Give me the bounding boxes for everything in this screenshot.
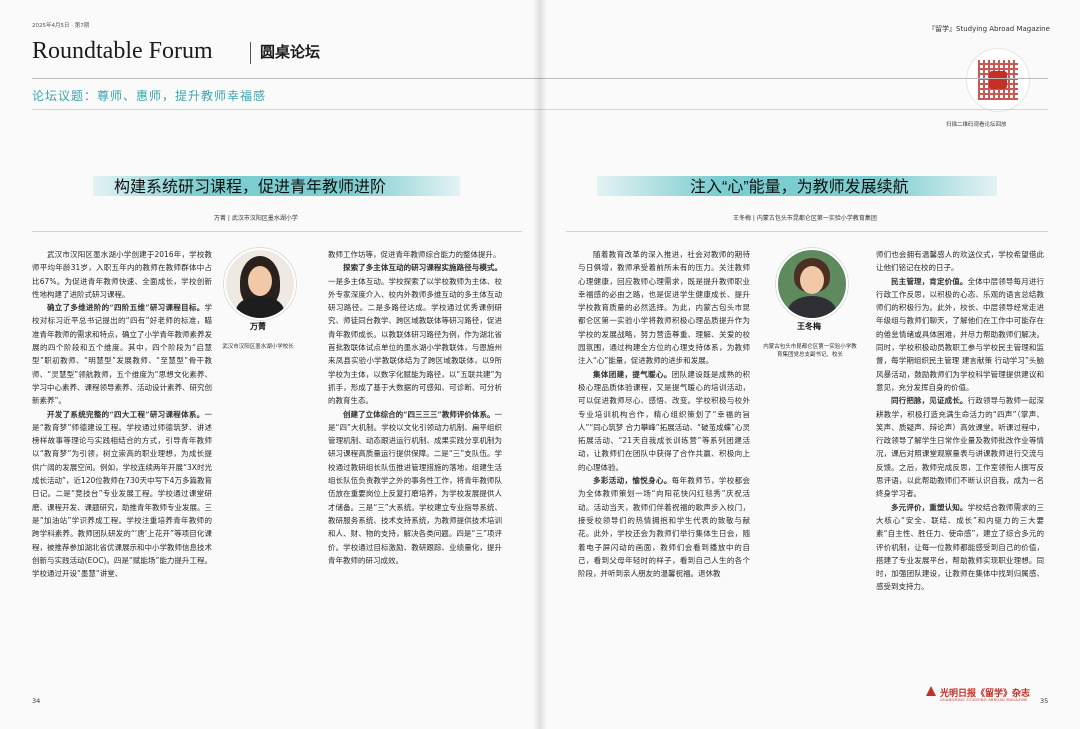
page-number-right: 35 (1040, 697, 1049, 705)
forum-topic: 论坛议题：尊师、惠师，提升教师幸福感 (32, 89, 267, 103)
paragraph: 多元评价，重塑认知。学校结合教师需求的三大核心“安全、联结、成长”和内驱力的三大… (876, 502, 1044, 592)
title-separator (250, 42, 251, 64)
forum-title-cn: 圆桌论坛 (260, 43, 321, 61)
left-article-title: 构建系统研习课程，促进青年教师进阶 (114, 179, 387, 196)
paragraph: 集体团建，提气暖心。团队建设既是成熟的积极心理品质体验课程，又是提气暖心的培训活… (578, 369, 750, 472)
paragraph: 武汉市汉阳区墨水湖小学创建于2016年，学校教师平均年龄31岁，入职五年内的教师… (32, 250, 212, 299)
issue-date: 2025年4月5日 · 第7期 (32, 23, 90, 29)
left-byline: 万菁 | 武汉市汉阳区墨水湖小学 (214, 215, 298, 222)
paragraph: 多彩活动，愉悦身心。每年教师节，学校都会为全体教师策划一场“向阳花快闪红毯秀”庆… (578, 476, 750, 579)
paragraph: 师们也会拥有温馨感人的欢送仪式，学校希望借此让他们铭记在校的日子。 (876, 250, 1044, 273)
paragraph: 探索了多主体互动的研习课程实施路径与模式。一是多主体互动。学校探索了以学校教师为… (328, 263, 502, 406)
logo-icon (989, 71, 1007, 89)
paragraph: 民主管理，肯定价值。全体中层领导每月进行行政工作反思，以积极的心态、乐观的语言总… (876, 276, 1044, 392)
author-photo-left (224, 248, 296, 320)
scan-hint: 扫描二维码观看论坛回放 (946, 122, 1007, 128)
author-name-right: 王冬梅 (797, 322, 821, 331)
right-divider (566, 231, 1048, 232)
right-article-title: 注入“心”能量，为教师发展续航 (690, 179, 909, 196)
author-photo-right (776, 248, 848, 320)
qr-code-icon[interactable] (966, 48, 1030, 112)
forum-title-en: Roundtable Forum (32, 38, 213, 64)
spine-gutter (533, 0, 547, 729)
right-article-column-2: 师们也会拥有温馨感人的欢送仪式，学校希望借此让他们铭记在校的日子。 民主管理，肯… (876, 248, 1044, 700)
right-byline: 王冬梅 | 内蒙古包头市昆都仑区第一实验小学教育集团 (733, 215, 877, 222)
author-name-left: 万菁 (250, 322, 266, 331)
footer-logo-sub: GUANGMING STUDYING ABROAD MAGAZINE (940, 698, 1028, 702)
paragraph: 创建了立体综合的“四三三三”教师评价体系。一是“四”大机制。学校以文化引领动力机… (328, 409, 502, 565)
left-divider (32, 231, 522, 232)
paragraph: 开发了系统完整的“四大工程”研习课程体系。一是“教育梦”师德建设工程。学校通过师… (32, 409, 212, 579)
magazine-name: 『留学』Studying Abroad Magazine (928, 25, 1050, 33)
author-title-left: 武汉市汉阳区墨水湖小学校长 (222, 344, 294, 350)
paragraph: 同行把脉，见证成长。行政领导与教师一起深耕教学，积极打造充满生命活力的“四声”（… (876, 396, 1044, 499)
paragraph: 教师工作坊等，促进青年教师综合能力的整体提升。 (328, 250, 501, 259)
paragraph: 随着教育改革的深入推进，社会对教师的期待与日俱增，教师承受着前所未有的压力。关注… (578, 250, 750, 366)
page-number-left: 34 (32, 697, 41, 705)
left-article-column-2: 教师工作坊等，促进青年教师综合能力的整体提升。 探索了多主体互动的研习课程实施路… (328, 248, 502, 700)
left-article-column-1: 武汉市汉阳区墨水湖小学创建于2016年，学校教师平均年龄31岁，入职五年内的教师… (32, 248, 212, 700)
author-title-right: 内蒙古包头市昆都仑区第一实验小学教育集团党总支副书记、校长 (763, 344, 857, 358)
right-article-column-1: 随着教育改革的深入推进，社会对教师的期待与日俱增，教师承受着前所未有的压力。关注… (578, 248, 750, 700)
paragraph: 确立了多维进阶的“四阶五维”研习课程目标。学校对标习近平总书记提出的“四有”好老… (32, 303, 212, 406)
